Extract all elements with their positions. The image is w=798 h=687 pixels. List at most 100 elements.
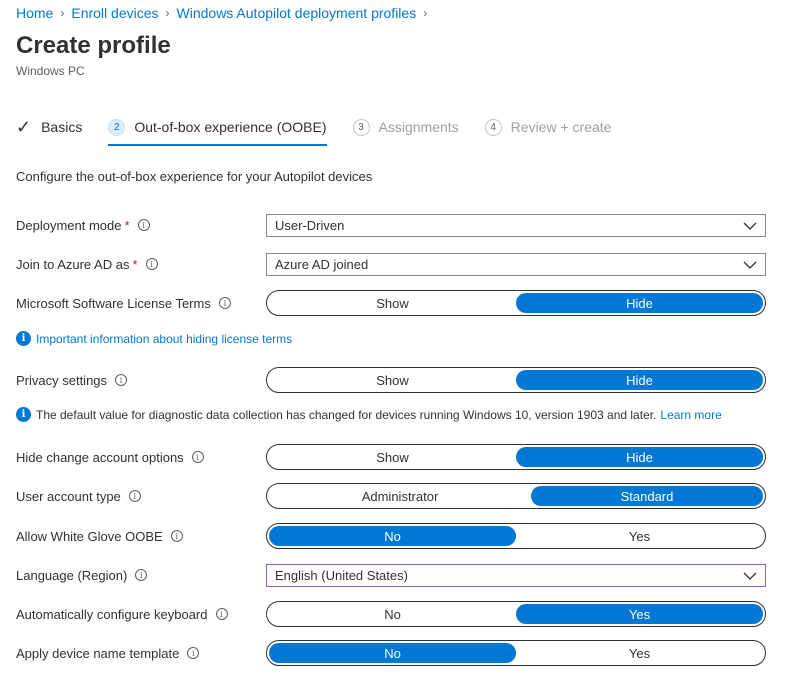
no-option[interactable]: No (269, 643, 516, 663)
no-option[interactable]: No (269, 526, 516, 546)
privacy-toggle: Show Hide (266, 367, 766, 393)
hide-option[interactable]: Hide (516, 370, 763, 390)
info-icon[interactable]: i (187, 647, 200, 659)
language-dropdown[interactable]: English (United States) (266, 563, 766, 587)
privacy-info-notice: i The default value for diagnostic data … (16, 407, 722, 422)
yes-option[interactable]: Yes (516, 643, 763, 663)
administrator-option[interactable]: Administrator (269, 486, 531, 506)
wizard-steps: ✓ Basics 2 Out-of-box experience (OOBE) … (16, 112, 637, 146)
license-info-notice: i Important information about hiding lic… (16, 331, 292, 346)
breadcrumb-enroll-devices[interactable]: Enroll devices (71, 5, 158, 21)
info-icon[interactable]: i (137, 219, 150, 231)
device-name-template-label: Apply device name template i (16, 646, 266, 661)
info-icon[interactable]: i (128, 490, 141, 502)
step-label: Basics (41, 119, 83, 135)
auto-keyboard-label: Automatically configure keyboard i (16, 607, 266, 622)
license-terms-label: Microsoft Software License Terms i (16, 296, 266, 311)
info-circle-icon: i (16, 331, 31, 346)
show-option[interactable]: Show (269, 370, 516, 390)
yes-option[interactable]: Yes (516, 526, 763, 546)
license-terms-row: Microsoft Software License Terms i Show … (16, 290, 766, 316)
join-azure-label: Join to Azure AD as * i (16, 257, 266, 272)
step-label: Review + create (510, 119, 612, 135)
auto-keyboard-toggle: No Yes (266, 601, 766, 627)
tab-review-create[interactable]: 4 Review + create (484, 112, 612, 142)
join-azure-row: Join to Azure AD as * i Azure AD joined (16, 251, 766, 277)
tab-assignments[interactable]: 3 Assignments (352, 112, 459, 142)
info-icon[interactable]: i (170, 530, 183, 542)
white-glove-label: Allow White Glove OOBE i (16, 529, 266, 544)
hide-change-account-row: Hide change account options i Show Hide (16, 444, 766, 470)
chevron-right-icon: › (60, 6, 65, 20)
device-name-template-row: Apply device name template i No Yes (16, 640, 766, 666)
required-marker: * (124, 217, 130, 233)
breadcrumb-home[interactable]: Home (16, 5, 53, 21)
info-icon[interactable]: i (135, 569, 148, 581)
tab-basics[interactable]: ✓ Basics (16, 112, 82, 142)
dropdown-value: English (United States) (275, 567, 408, 583)
chevron-down-icon (743, 261, 757, 269)
info-icon[interactable]: i (145, 258, 158, 270)
auto-keyboard-row: Automatically configure keyboard i No Ye… (16, 601, 766, 627)
section-description: Configure the out-of-box experience for … (16, 169, 373, 184)
label-text: Language (Region) (16, 567, 128, 583)
checkmark-icon: ✓ (16, 116, 32, 137)
hide-option[interactable]: Hide (516, 447, 763, 467)
step-number: 2 (108, 118, 126, 136)
hide-option[interactable]: Hide (516, 293, 763, 313)
license-terms-toggle: Show Hide (266, 290, 766, 316)
page-subtitle: Windows PC (16, 64, 85, 78)
chevron-down-icon (743, 222, 757, 230)
hide-change-account-label: Hide change account options i (16, 450, 266, 465)
show-option[interactable]: Show (269, 447, 516, 467)
dropdown-value: User-Driven (275, 217, 345, 233)
step-label: Out-of-box experience (OOBE) (134, 119, 327, 135)
info-icon[interactable]: i (215, 608, 228, 620)
tab-oobe[interactable]: 2 Out-of-box experience (OOBE) (108, 112, 327, 146)
info-icon[interactable]: i (218, 297, 231, 309)
chevron-right-icon: › (165, 6, 170, 20)
info-icon[interactable]: i (191, 451, 204, 463)
step-number: 4 (484, 118, 502, 136)
label-text: Hide change account options (16, 449, 184, 465)
white-glove-toggle: No Yes (266, 523, 766, 549)
page-title: Create profile (16, 32, 171, 59)
privacy-row: Privacy settings i Show Hide (16, 367, 766, 393)
learn-more-link[interactable]: Learn more (660, 408, 721, 422)
device-name-template-toggle: No Yes (266, 640, 766, 666)
deployment-mode-dropdown[interactable]: User-Driven (266, 213, 766, 237)
label-text: Join to Azure AD as (16, 256, 130, 272)
label-text: Microsoft Software License Terms (16, 295, 211, 311)
no-option[interactable]: No (269, 604, 516, 624)
show-option[interactable]: Show (269, 293, 516, 313)
label-text: Apply device name template (16, 645, 180, 661)
dropdown-value: Azure AD joined (275, 256, 369, 272)
deployment-mode-row: Deployment mode * i User-Driven (16, 212, 766, 238)
chevron-right-icon: › (423, 6, 428, 20)
label-text: Allow White Glove OOBE (16, 528, 163, 544)
info-icon[interactable]: i (115, 374, 128, 386)
label-text: Automatically configure keyboard (16, 606, 208, 622)
breadcrumb: Home › Enroll devices › Windows Autopilo… (16, 5, 434, 21)
deployment-mode-label: Deployment mode * i (16, 218, 266, 233)
language-label: Language (Region) i (16, 568, 266, 583)
label-text: Privacy settings (16, 372, 108, 388)
user-account-type-row: User account type i Administrator Standa… (16, 483, 766, 509)
info-circle-icon: i (16, 407, 31, 422)
join-azure-dropdown[interactable]: Azure AD joined (266, 252, 766, 276)
user-account-type-toggle: Administrator Standard (266, 483, 766, 509)
step-label: Assignments (378, 119, 459, 135)
standard-option[interactable]: Standard (531, 486, 763, 506)
language-row: Language (Region) i English (United Stat… (16, 562, 766, 588)
license-info-link[interactable]: Important information about hiding licen… (36, 332, 292, 346)
white-glove-row: Allow White Glove OOBE i No Yes (16, 523, 766, 549)
privacy-info-text: The default value for diagnostic data co… (36, 407, 657, 422)
label-text: User account type (16, 488, 121, 504)
yes-option[interactable]: Yes (516, 604, 763, 624)
privacy-label: Privacy settings i (16, 373, 266, 388)
required-marker: * (132, 256, 138, 272)
label-text: Deployment mode (16, 217, 122, 233)
user-account-type-label: User account type i (16, 489, 266, 504)
breadcrumb-autopilot-profiles[interactable]: Windows Autopilot deployment profiles (177, 5, 417, 21)
step-number: 3 (352, 118, 370, 136)
